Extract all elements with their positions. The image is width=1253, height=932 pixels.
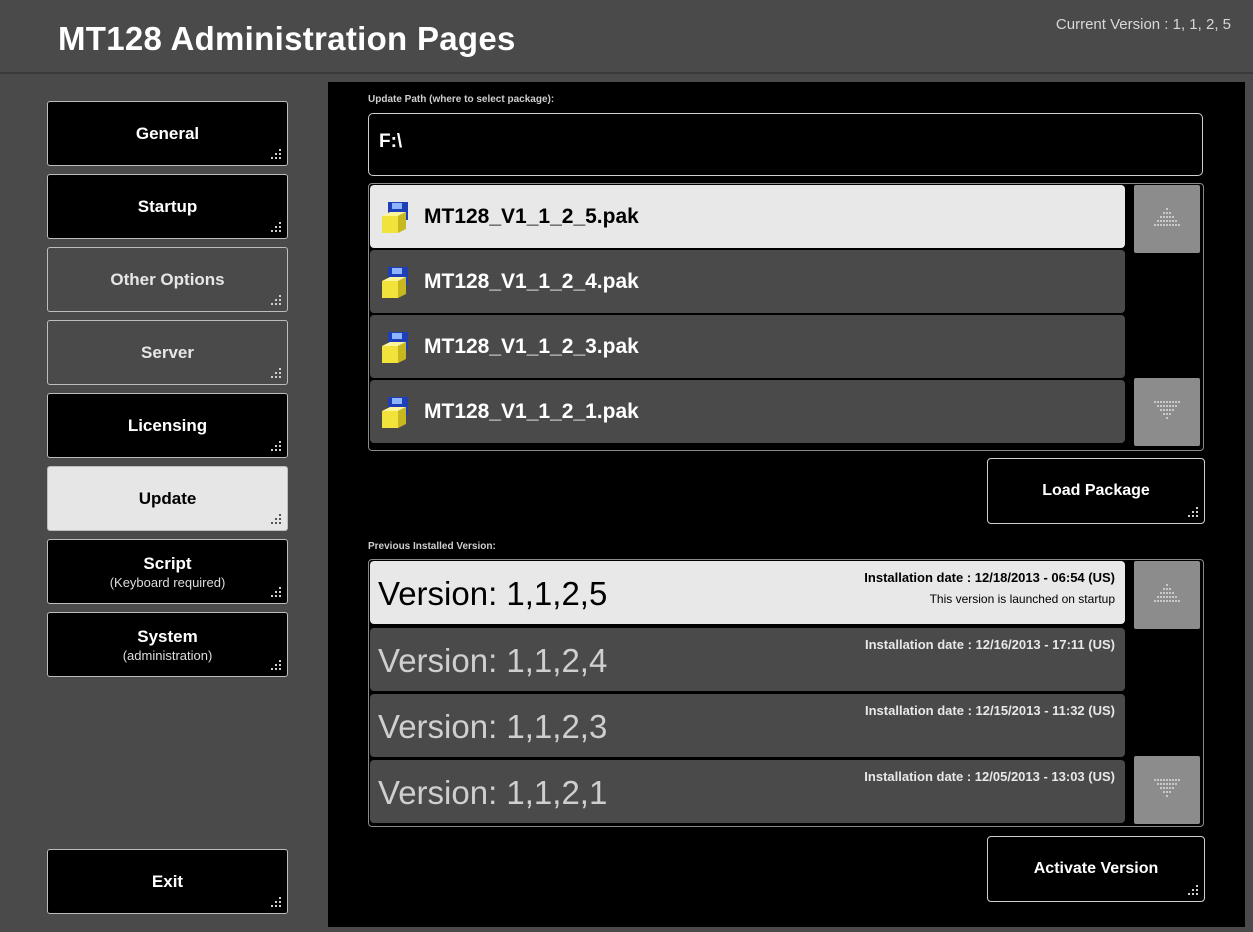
sidebar-item-label: Script (143, 553, 192, 573)
resize-grip-icon (271, 441, 281, 451)
sidebar-item-label: Startup (137, 196, 198, 216)
sidebar-item-server[interactable]: Server (47, 320, 288, 385)
version-name: Version: 1,1,2,5 (378, 575, 608, 612)
floppy-disk-icon (382, 396, 408, 428)
scroll-up-icon (1154, 208, 1180, 226)
sidebar-item-script[interactable]: Script (Keyboard required) (47, 539, 288, 604)
package-name: MT128_V1_1_2_3.pak (424, 334, 639, 358)
sidebar-item-label: General (135, 123, 200, 143)
package-list-item[interactable]: MT128_V1_1_2_1.pak (370, 380, 1125, 443)
scroll-down-icon (1154, 779, 1180, 797)
version-list-item[interactable]: Version: 1,1,2,4 Installation date : 12/1… (370, 628, 1125, 691)
page-title: MT128 Administration Pages (58, 20, 516, 57)
sidebar-item-licensing[interactable]: Licensing (47, 393, 288, 458)
exit-button[interactable]: Exit (47, 849, 288, 914)
sidebar-item-label: System (137, 626, 198, 646)
scroll-down-icon (1154, 401, 1180, 419)
floppy-disk-icon (382, 201, 408, 233)
floppy-disk-icon (382, 266, 408, 298)
resize-grip-icon (1188, 885, 1198, 895)
version-name: Version: 1,1,2,1 (378, 774, 608, 811)
resize-grip-icon (271, 660, 281, 670)
sidebar-item-sublabel: (Keyboard required) (109, 574, 226, 590)
sidebar-item-label: Other Options (110, 269, 225, 289)
version-list-item[interactable]: Version: 1,1,2,5 Installation date : 12/1… (370, 561, 1125, 624)
version-name: Version: 1,1,2,3 (378, 708, 608, 745)
version-scroll-down-button[interactable] (1134, 756, 1200, 824)
exit-button-label: Exit (151, 871, 184, 891)
package-scroll-down-button[interactable] (1134, 378, 1200, 446)
package-name: MT128_V1_1_2_4.pak (424, 269, 639, 293)
sidebar-item-label: Update (138, 488, 197, 508)
sidebar-item-general[interactable]: General (47, 101, 288, 166)
activate-version-button[interactable]: Activate Version (987, 836, 1205, 902)
scroll-up-icon (1154, 584, 1180, 602)
previous-version-label: Previous Installed Version: (368, 541, 496, 552)
startup-note: This version is launched on startup (929, 592, 1115, 606)
sidebar-item-other-options[interactable]: Other Options (47, 247, 288, 312)
current-version-label: Current Version : 1, 1, 2, 5 (1055, 16, 1231, 33)
version-scroll-up-button[interactable] (1134, 561, 1200, 629)
version-list-item[interactable]: Version: 1,1,2,3 Installation date : 12/1… (370, 694, 1125, 757)
package-list-item[interactable]: MT128_V1_1_2_4.pak (370, 250, 1125, 313)
resize-grip-icon (1188, 507, 1198, 517)
package-name: MT128_V1_1_2_5.pak (424, 204, 639, 228)
sidebar-item-label: Server (141, 342, 194, 362)
installation-date: Installation date : 12/15/2013 - 11:32 (… (865, 703, 1115, 718)
package-name: MT128_V1_1_2_1.pak (424, 399, 639, 423)
resize-grip-icon (271, 295, 281, 305)
package-scroll-up-button[interactable] (1134, 185, 1200, 253)
resize-grip-icon (271, 897, 281, 907)
resize-grip-icon (271, 149, 281, 159)
update-path-field[interactable]: F:\ (368, 113, 1203, 176)
version-list-item[interactable]: Version: 1,1,2,1 Installation date : 12/0… (370, 760, 1125, 823)
resize-grip-icon (271, 514, 281, 524)
sidebar-item-system[interactable]: System (administration) (47, 612, 288, 677)
activate-version-label: Activate Version (1033, 860, 1159, 877)
sidebar-item-startup[interactable]: Startup (47, 174, 288, 239)
resize-grip-icon (271, 368, 281, 378)
floppy-disk-icon (382, 331, 408, 363)
sidebar-item-sublabel: (administration) (122, 647, 213, 663)
installation-date: Installation date : 12/05/2013 - 13:03 (… (864, 769, 1115, 784)
header-bar: MT128 Administration Pages Current Versi… (0, 0, 1253, 74)
sidebar-item-update[interactable]: Update (47, 466, 288, 531)
package-list-item[interactable]: MT128_V1_1_2_3.pak (370, 315, 1125, 378)
installation-date: Installation date : 12/16/2013 - 17:11 (… (865, 637, 1115, 652)
update-panel: Update Path (where to select package): F… (328, 82, 1245, 927)
resize-grip-icon (271, 587, 281, 597)
load-package-label: Load Package (1042, 482, 1150, 499)
load-package-button[interactable]: Load Package (987, 458, 1205, 524)
version-name: Version: 1,1,2,4 (378, 642, 608, 679)
installation-date: Installation date : 12/18/2013 - 06:54 (… (864, 570, 1115, 585)
package-list-item[interactable]: MT128_V1_1_2_5.pak (370, 185, 1125, 248)
update-path-label: Update Path (where to select package): (368, 94, 555, 105)
sidebar-item-label: Licensing (127, 415, 208, 435)
resize-grip-icon (271, 222, 281, 232)
